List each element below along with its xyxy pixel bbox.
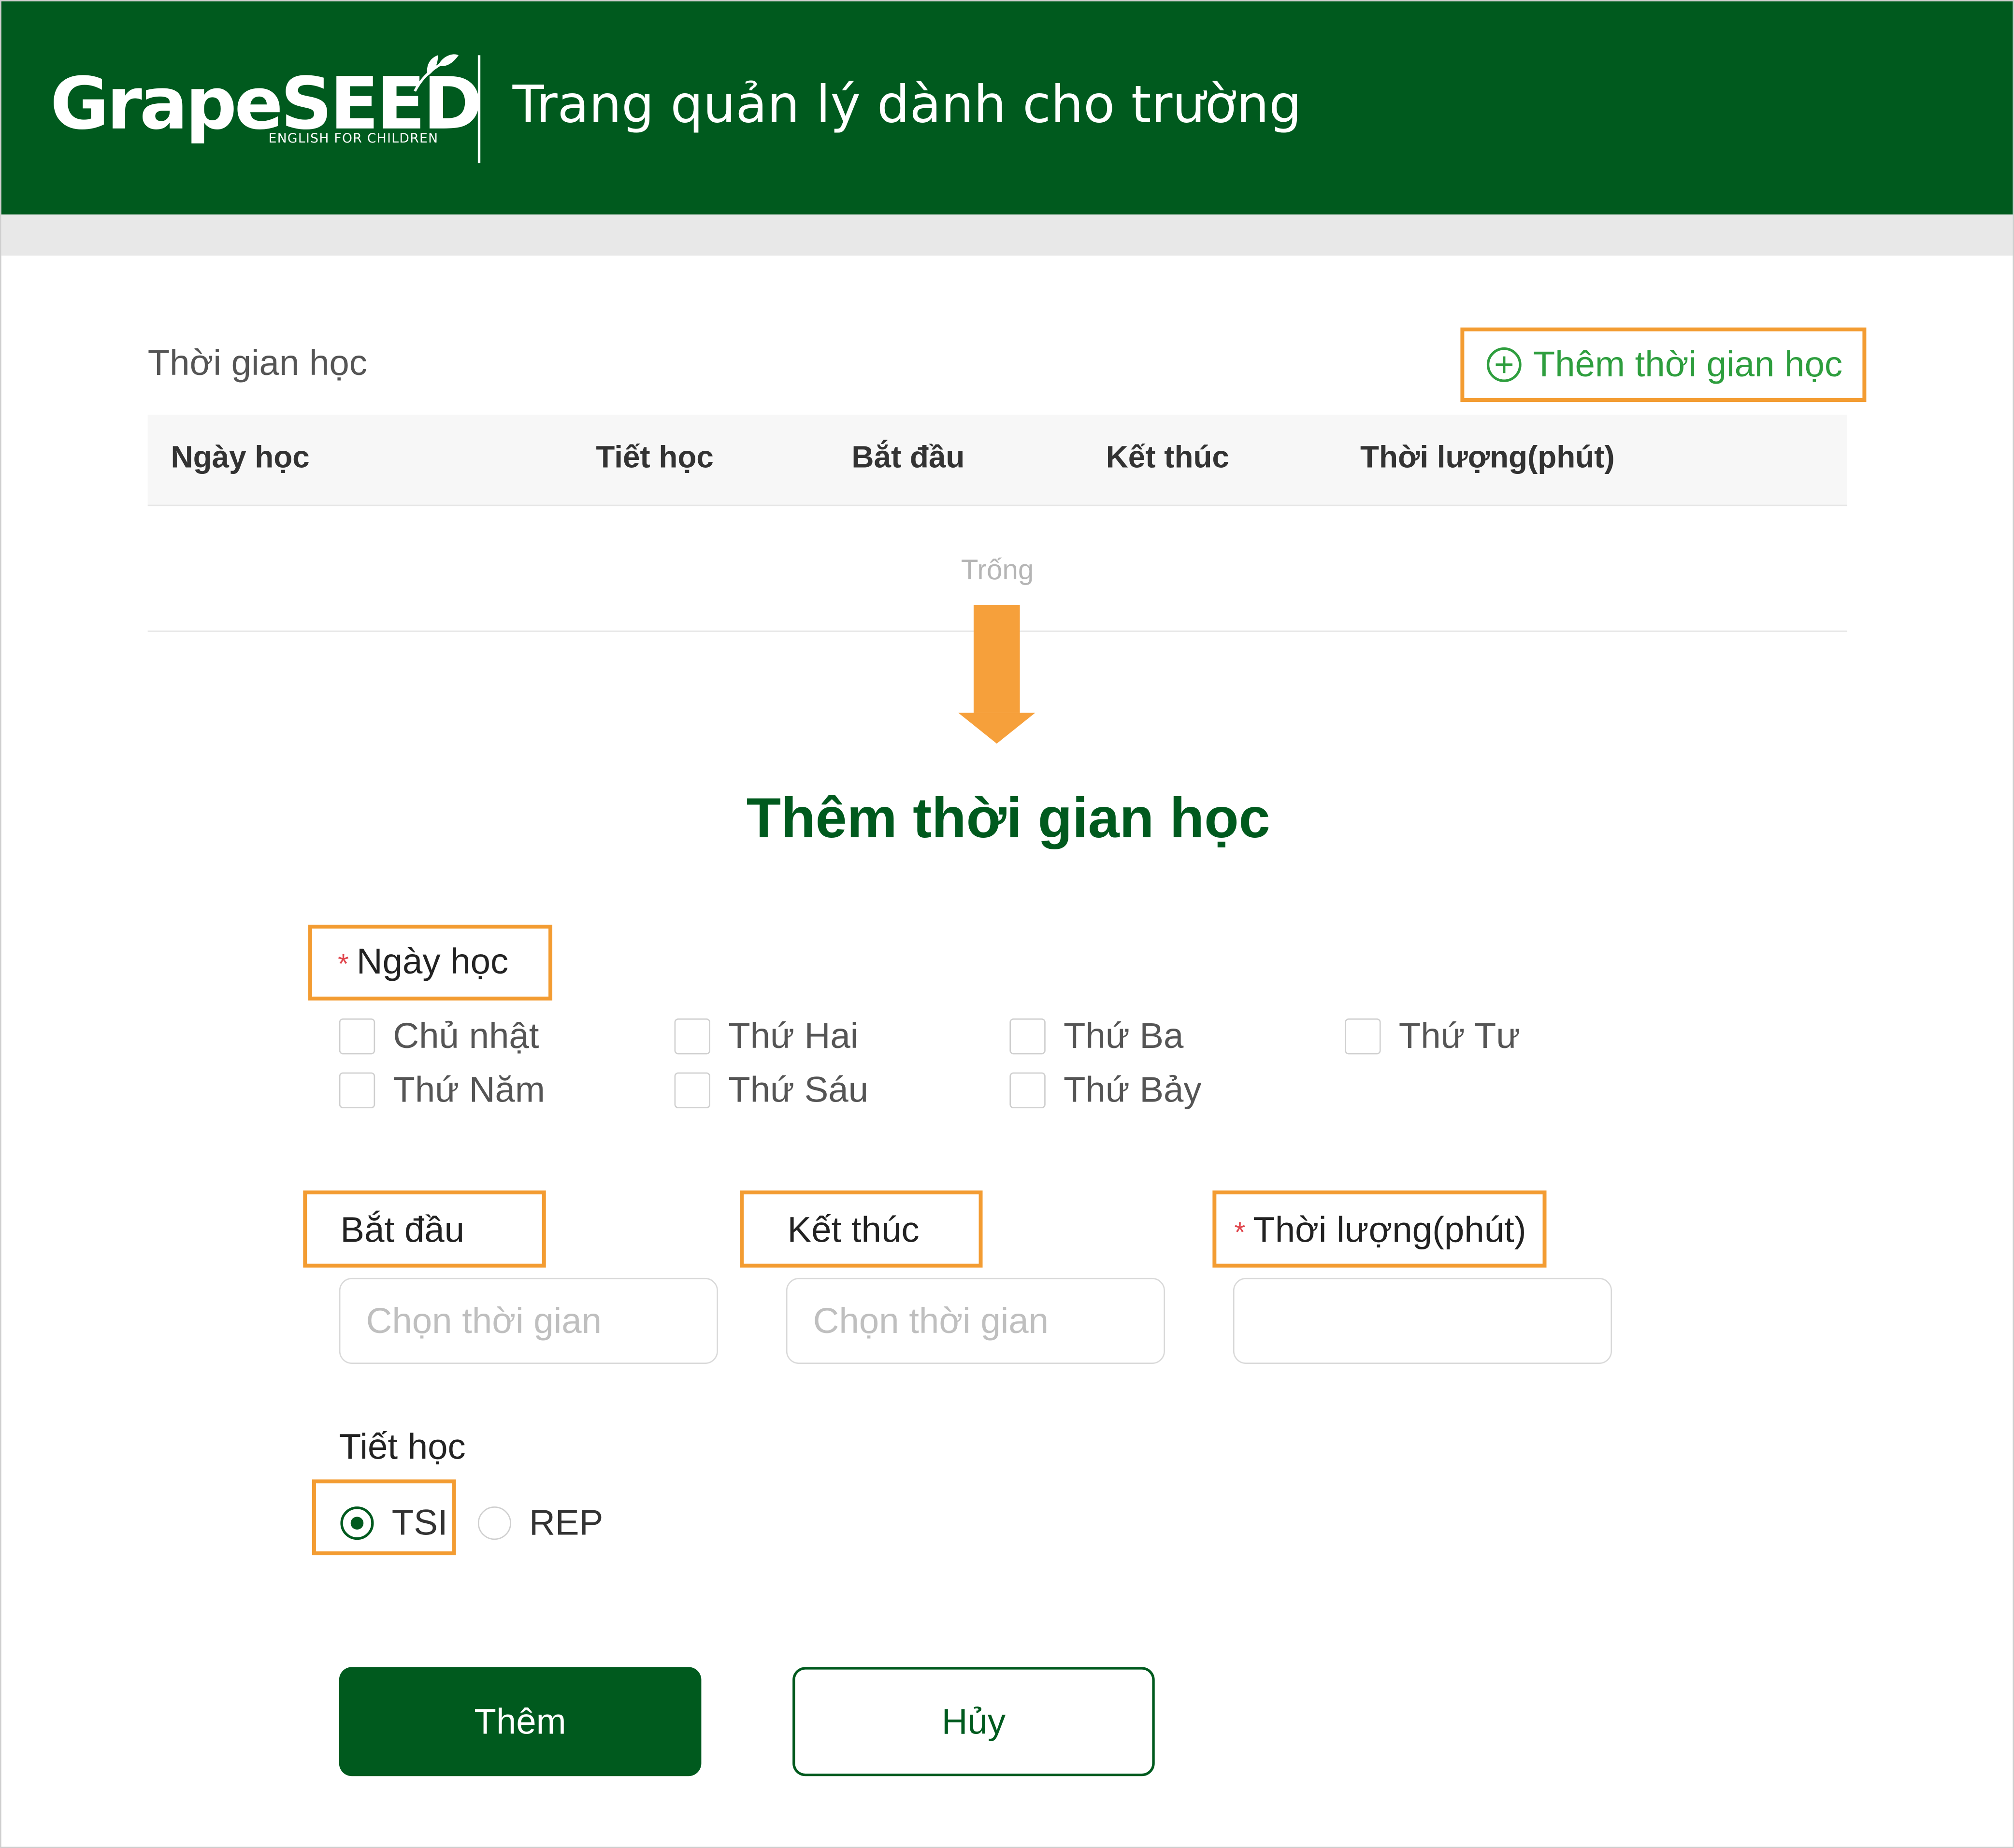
column-header-lesson[interactable]: Tiết học xyxy=(596,441,713,476)
radio-tsi[interactable]: TSI xyxy=(340,1503,448,1544)
cancel-button[interactable]: Hủy xyxy=(792,1667,1155,1776)
checkbox-saturday[interactable]: Thứ Bảy xyxy=(1009,1070,1202,1111)
logo-tagline: ENGLISH FOR CHILDREN xyxy=(268,132,439,147)
column-header-end[interactable]: Kết thúc xyxy=(1106,441,1229,476)
column-header-day[interactable]: Ngày học xyxy=(171,441,310,476)
checkbox-wednesday[interactable]: Thứ Tư xyxy=(1345,1016,1520,1057)
add-schedule-label: Thêm thời gian học xyxy=(1533,344,1843,384)
checkbox-sunday[interactable]: Chủ nhật xyxy=(339,1016,539,1057)
submit-button[interactable]: Thêm xyxy=(339,1667,702,1776)
table-header: Ngày học Tiết học Bắt đầu Kết thúc Thời … xyxy=(147,415,1847,506)
checkbox-box[interactable] xyxy=(1009,1072,1046,1109)
column-header-duration[interactable]: Thời lượng(phút) xyxy=(1360,441,1615,476)
days-label: * Ngày học xyxy=(338,941,509,981)
leaf-icon xyxy=(414,54,459,92)
end-label-highlight: Kết thúc xyxy=(740,1190,983,1268)
radio-indicator[interactable] xyxy=(477,1506,511,1540)
plus-circle-icon xyxy=(1486,347,1521,382)
form-title: Thêm thời gian học xyxy=(746,787,1270,850)
arrow-down-icon xyxy=(958,605,1036,744)
checkbox-box[interactable] xyxy=(339,1018,375,1055)
lesson-label: Tiết học xyxy=(339,1427,466,1467)
empty-state-text: Trống xyxy=(961,553,1034,586)
checkbox-thursday[interactable]: Thứ Năm xyxy=(339,1070,545,1111)
add-schedule-link[interactable]: Thêm thời gian học xyxy=(1460,327,1867,402)
checkbox-box[interactable] xyxy=(674,1072,710,1109)
end-time-picker[interactable]: Chọn thời gian xyxy=(786,1277,1165,1364)
checkbox-friday[interactable]: Thứ Sáu xyxy=(674,1070,868,1111)
column-header-start[interactable]: Bắt đầu xyxy=(851,441,964,476)
duration-label: * Thời lượng(phút) xyxy=(1234,1210,1526,1250)
checkbox-box[interactable] xyxy=(674,1018,710,1055)
checkbox-box[interactable] xyxy=(1345,1018,1381,1055)
checkbox-monday[interactable]: Thứ Hai xyxy=(674,1016,858,1057)
header-divider xyxy=(477,55,481,163)
days-label-highlight: * Ngày học xyxy=(308,924,553,1001)
duration-input[interactable] xyxy=(1233,1277,1612,1364)
page-title: Trang quản lý dành cho trường xyxy=(512,75,1302,135)
required-asterisk: * xyxy=(338,947,349,980)
duration-label-highlight: * Thời lượng(phút) xyxy=(1212,1190,1547,1268)
header-shadow-band xyxy=(1,214,2013,256)
app-window: GrapeSEED ENGLISH FOR CHILDREN Trang quả… xyxy=(0,0,2014,1848)
end-label: Kết thúc xyxy=(787,1210,920,1250)
start-time-picker[interactable]: Chọn thời gian xyxy=(339,1277,718,1364)
checkbox-box[interactable] xyxy=(339,1072,375,1109)
checkbox-tuesday[interactable]: Thứ Ba xyxy=(1009,1016,1183,1057)
radio-selected-indicator[interactable] xyxy=(340,1506,374,1540)
radio-rep[interactable]: REP xyxy=(477,1503,603,1544)
start-label-highlight: Bắt đầu xyxy=(303,1190,546,1268)
grapeseed-logo[interactable]: GrapeSEED ENGLISH FOR CHILDREN xyxy=(47,53,483,156)
required-asterisk: * xyxy=(1234,1216,1246,1248)
checkbox-box[interactable] xyxy=(1009,1018,1046,1055)
start-label: Bắt đầu xyxy=(340,1210,465,1250)
section-title: Thời gian học xyxy=(147,343,367,383)
